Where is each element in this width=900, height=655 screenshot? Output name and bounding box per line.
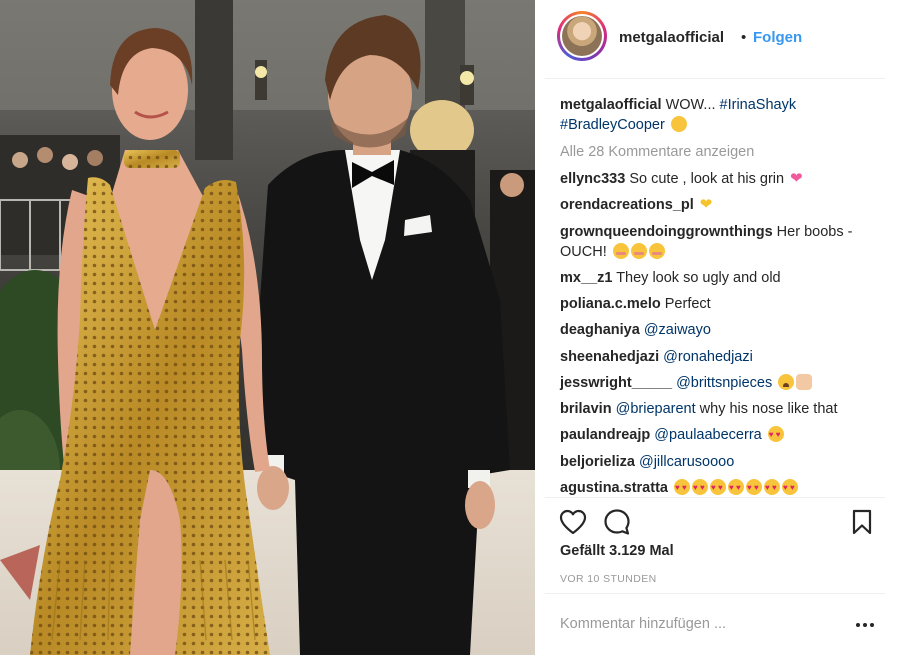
caption-text: WOW... xyxy=(665,97,716,113)
bookmark-icon[interactable] xyxy=(851,509,873,535)
comment-text: why his nose like that xyxy=(699,401,838,417)
comment-username[interactable]: agustina.stratta xyxy=(560,480,668,496)
heart-eyes-icon xyxy=(674,478,691,498)
heart-eyes-icon xyxy=(764,478,781,498)
yellow-heart-icon: ❤ xyxy=(699,196,713,213)
post-header: metgalaofficial • Folgen xyxy=(545,0,885,79)
comment-item: deaghaniya @zaiwayo xyxy=(560,320,880,340)
weary-face-icon xyxy=(778,374,795,390)
comment-username[interactable]: brilavin xyxy=(560,401,612,417)
add-comment-input[interactable] xyxy=(560,612,830,636)
raised-hands-icon xyxy=(796,374,813,390)
heart-outline-icon[interactable] xyxy=(559,509,587,535)
comment-username[interactable]: sheenahedjazi xyxy=(560,349,659,365)
ellipsis-icon[interactable] xyxy=(855,622,875,628)
caption-username[interactable]: metgalaofficial xyxy=(560,97,662,113)
comment-item: paulandreajp @paulaabecerra xyxy=(560,425,880,445)
comment-item: sheenahedjazi @ronahedjazi xyxy=(560,347,880,367)
heart-eyes-icon xyxy=(767,425,784,445)
comment-username[interactable]: mx__z1 xyxy=(560,270,612,286)
comment-item: brilavin @brieparent why his nose like t… xyxy=(560,399,880,419)
comment-item: poliana.c.melo Perfect xyxy=(560,294,880,314)
post-photo-illustration xyxy=(0,0,535,655)
flushed-face-icon xyxy=(630,243,647,259)
post-photo[interactable] xyxy=(0,0,535,655)
divider xyxy=(545,593,885,594)
comment-mention[interactable]: @ronahedjazi xyxy=(663,349,753,365)
avatar[interactable] xyxy=(557,11,607,61)
comment-item: beljorieliza @jillcarusoooo xyxy=(560,452,880,472)
comment-mention[interactable]: @jillcarusoooo xyxy=(639,454,734,470)
comment-item: orendacreations_pl ❤ xyxy=(560,195,880,215)
caption-hashtag[interactable]: #IrinaShayk xyxy=(720,97,797,113)
comment-username[interactable]: orendacreations_pl xyxy=(560,197,694,213)
heart-eyes-icon xyxy=(692,478,709,498)
divider xyxy=(545,497,885,498)
comment-item: ellync333 So cute , look at his grin ❤ xyxy=(560,169,880,189)
comment-username[interactable]: ellync333 xyxy=(560,171,625,187)
heart-eyes-icon xyxy=(710,478,727,498)
flushed-face-icon xyxy=(648,243,665,259)
follow-button[interactable]: Folgen xyxy=(753,29,802,46)
post-timestamp: VOR 10 STUNDEN xyxy=(560,573,657,585)
comment-mention[interactable]: @brittsnpieces xyxy=(676,375,772,391)
comment-mention[interactable]: @brieparent xyxy=(616,401,696,417)
comment-text: So cute , look at his grin xyxy=(629,171,785,187)
comment-item: agustina.stratta xyxy=(560,478,880,498)
heart-eyes-icon xyxy=(746,478,763,498)
header-separator-dot: • xyxy=(741,29,747,46)
flushed-face-icon xyxy=(612,243,629,259)
comment-text: They look so ugly and old xyxy=(616,270,781,286)
comment-username[interactable]: jesswright_____ xyxy=(560,375,672,391)
sparkling-heart-icon: ❤ xyxy=(790,170,803,187)
comment-username[interactable]: paulandreajp xyxy=(560,427,650,443)
comment-bubble-icon[interactable] xyxy=(603,508,631,536)
header-username[interactable]: metgalaofficial xyxy=(619,29,724,46)
show-all-comments-link[interactable]: Alle 28 Kommentare anzeigen xyxy=(560,142,880,162)
wink-emoji-icon xyxy=(670,116,687,132)
comment-mention[interactable]: @zaiwayo xyxy=(644,322,711,338)
comment-mention[interactable]: @paulaabecerra xyxy=(654,427,761,443)
comment-username[interactable]: poliana.c.melo xyxy=(560,296,661,312)
heart-eyes-icon xyxy=(782,478,799,498)
caption-hashtag[interactable]: #BradleyCooper xyxy=(560,117,665,133)
comment-item: grownqueendoinggrownthings Her boobs - O… xyxy=(560,222,880,262)
heart-eyes-icon xyxy=(728,478,745,498)
comment-username[interactable]: beljorieliza xyxy=(560,454,635,470)
caption: metgalaofficial WOW... #IrinaShayk #Brad… xyxy=(560,95,880,135)
avatar-image xyxy=(562,16,602,56)
likes-count[interactable]: Gefällt 3.129 Mal xyxy=(560,543,674,559)
comment-username[interactable]: grownqueendoinggrownthings xyxy=(560,224,773,240)
comment-item: jesswright_____ @brittsnpieces xyxy=(560,373,880,393)
post-side-panel: metgalaofficial • Folgen metgalaofficial… xyxy=(535,0,900,655)
comment-username[interactable]: deaghaniya xyxy=(560,322,640,338)
comment-item: mx__z1 They look so ugly and old xyxy=(560,268,880,288)
comment-text: Perfect xyxy=(664,296,711,312)
